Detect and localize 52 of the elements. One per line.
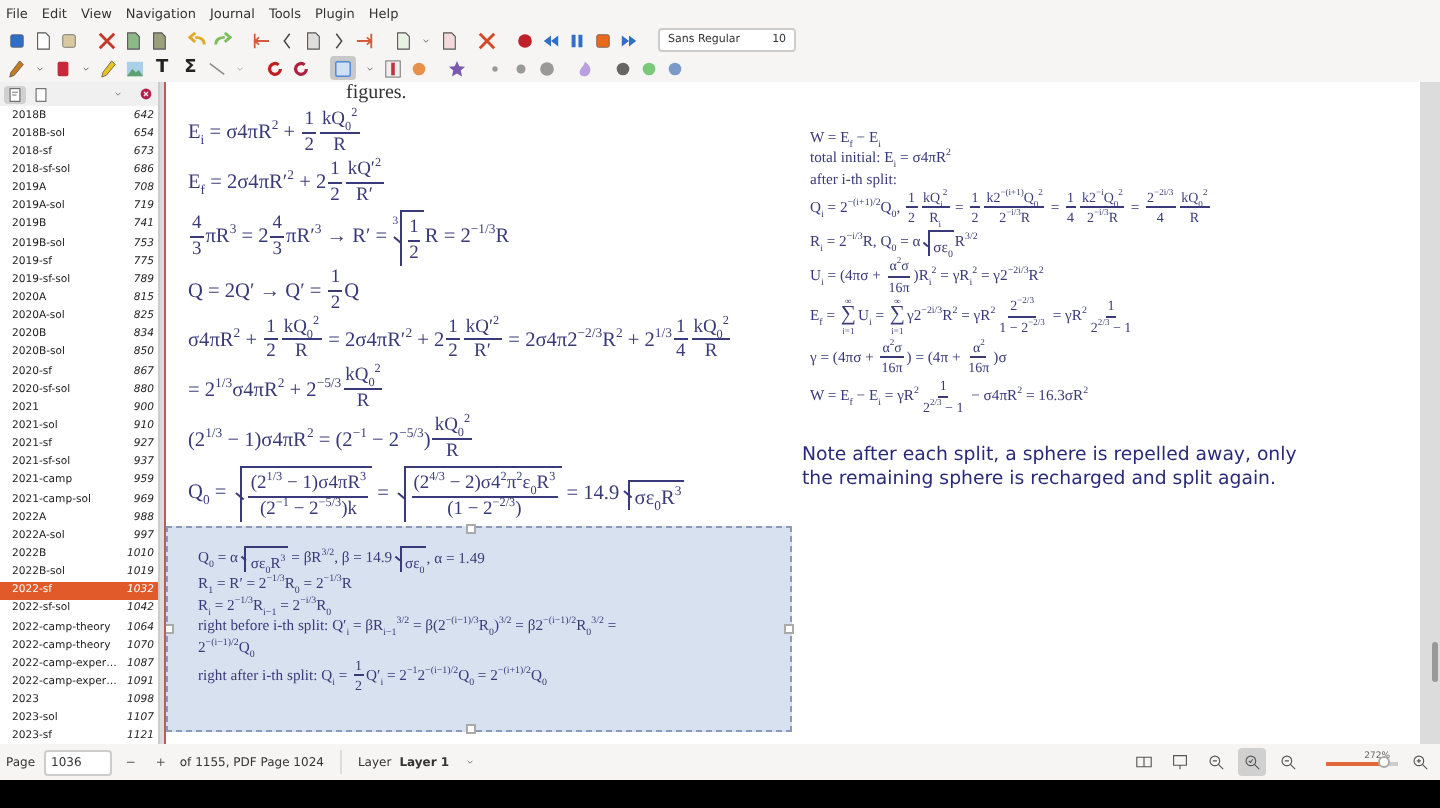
thick-dot-icon[interactable]: [538, 59, 557, 77]
zoom-in-icon[interactable]: [1412, 754, 1428, 770]
outline-tab[interactable]: [4, 85, 26, 103]
next-page-icon[interactable]: [330, 31, 348, 49]
previous-page-icon[interactable]: [278, 31, 296, 49]
color-dot-icon[interactable]: [640, 59, 659, 77]
text-line: figures.: [346, 82, 409, 104]
zoom-fit-button[interactable]: [1238, 748, 1266, 776]
zoom-fit-icon: [1244, 754, 1260, 770]
presentation-icon[interactable]: [1172, 754, 1188, 770]
math-tool[interactable]: Σ: [180, 58, 201, 78]
highlighter-icon[interactable]: [100, 59, 118, 77]
stop-icon[interactable]: [594, 31, 612, 49]
pen-icon[interactable]: [8, 59, 26, 77]
scrollbar-thumb[interactable]: [1432, 642, 1438, 682]
pause-icon[interactable]: [568, 31, 586, 49]
pages-tab[interactable]: [30, 85, 52, 103]
text-tool[interactable]: T: [152, 58, 173, 78]
caret-icon[interactable]: [112, 88, 124, 100]
two-pages-icon[interactable]: [1136, 754, 1152, 770]
star-icon[interactable]: [448, 59, 467, 77]
medium-dot-icon[interactable]: [512, 59, 531, 77]
new-page-icon[interactable]: [394, 31, 412, 49]
line-icon[interactable]: [208, 59, 227, 77]
fast-forward-icon[interactable]: [620, 31, 638, 49]
zoom-out-icon[interactable]: [1280, 754, 1296, 770]
resize-handle[interactable]: [466, 524, 477, 534]
note-text: Note after each split, a sphere is repelled away, only the remaining sphere is recharged and split again.: [802, 444, 1299, 493]
resize-handle[interactable]: [784, 624, 794, 635]
new-document-icon[interactable]: [34, 31, 52, 49]
fill-icon[interactable]: [576, 59, 595, 77]
resize-handle[interactable]: [166, 624, 174, 635]
zoom-out-icon[interactable]: [1208, 754, 1224, 770]
go-to-page-icon[interactable]: [304, 31, 322, 49]
record-icon[interactable]: [516, 31, 534, 49]
first-page-icon[interactable]: [252, 31, 270, 49]
paste-icon[interactable]: [150, 31, 168, 49]
selection-rectangle-icon: [334, 59, 353, 77]
resize-handle[interactable]: [466, 724, 477, 734]
selected-text-box[interactable]: [166, 526, 792, 732]
last-page-icon[interactable]: [356, 31, 374, 49]
caret-icon[interactable]: [463, 756, 476, 768]
copy-icon[interactable]: [124, 31, 142, 49]
color-dot-icon[interactable]: [614, 59, 633, 77]
math-equation: Q$_{0}$ = (2$^{1/3}$ − 1)σ4πR$^{3}$ (2$^{−1}$ − 2$^{−5/3}$)k = (2$^{4/3}$ − 2)σ4$^{2}$π$^{2}$ε$_{0}$R$^{3}$ (1 − 2$^{−2/3}$) = 14.9 σε$_{0}$R$^{3}$: [188, 466, 792, 522]
close-icon[interactable]: [140, 88, 152, 100]
delete-page-icon[interactable]: [440, 31, 458, 49]
eraser-icon[interactable]: [54, 59, 72, 77]
rewind-icon[interactable]: [542, 31, 560, 49]
color-dot-icon[interactable]: [666, 59, 685, 77]
image-icon[interactable]: [126, 59, 144, 77]
vertical-space-icon[interactable]: [384, 59, 403, 77]
